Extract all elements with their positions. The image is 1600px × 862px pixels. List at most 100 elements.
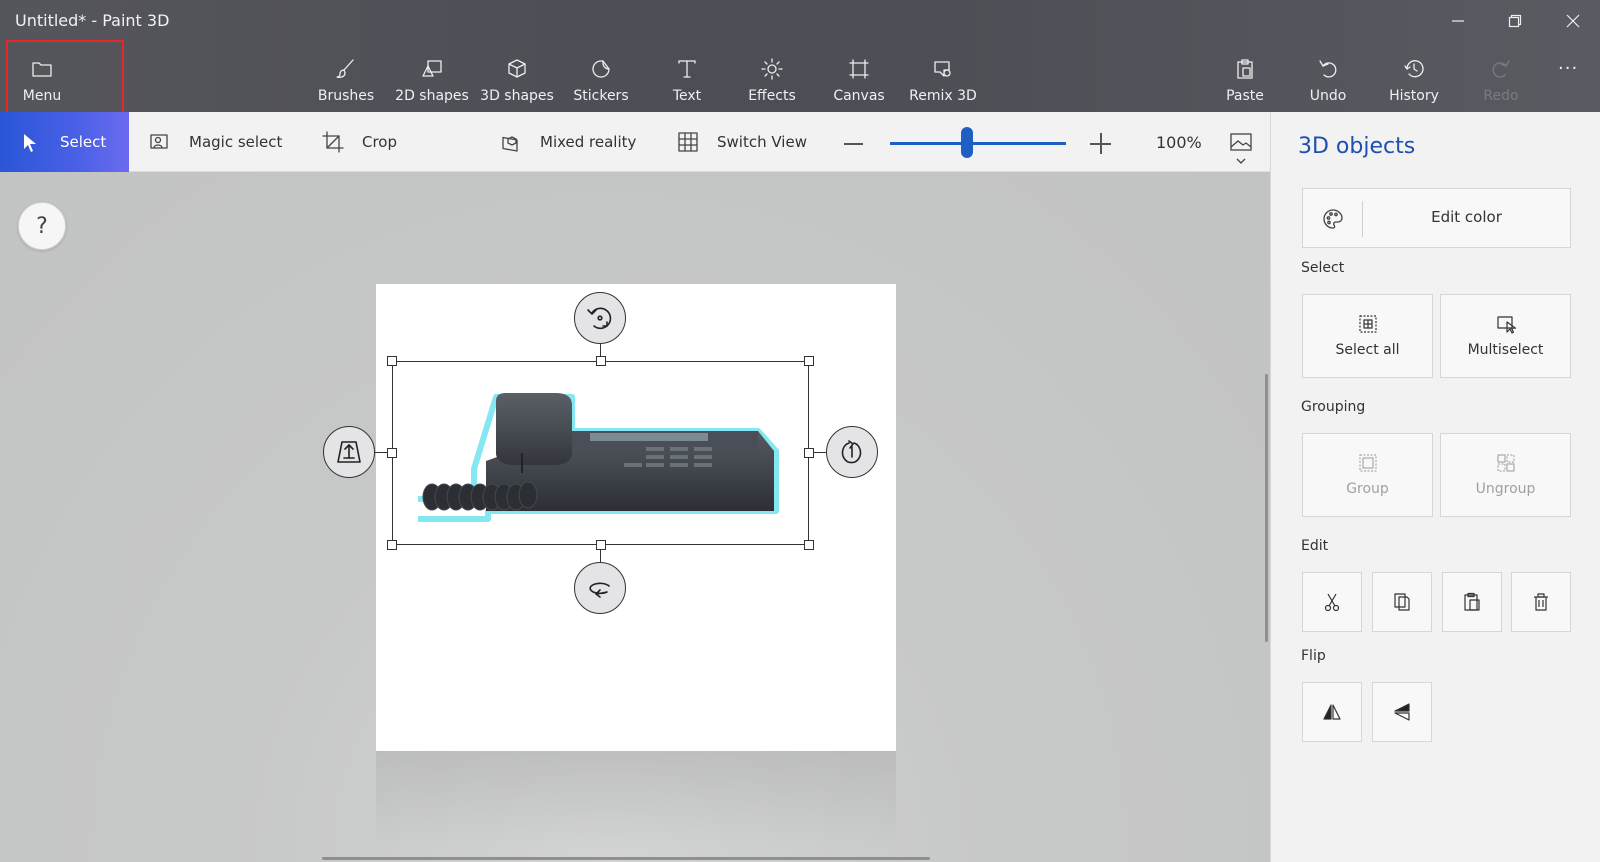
- mixed-reality-icon: [502, 136, 518, 152]
- resize-handle-top-left[interactable]: [387, 356, 397, 366]
- delete-button[interactable]: [1511, 572, 1571, 632]
- ungroup-icon: [1496, 454, 1515, 472]
- redo-icon: [1492, 60, 1510, 78]
- rotate-z-gizmo[interactable]: [574, 292, 626, 344]
- switch-view-button[interactable]: Switch View: [677, 112, 807, 172]
- rotate-y-gizmo[interactable]: [574, 562, 626, 614]
- image-view-icon: [1230, 133, 1252, 164]
- edit-section-label: Edit: [1301, 538, 1329, 554]
- cut-button[interactable]: [1302, 572, 1362, 632]
- vertical-scrollbar[interactable]: [1265, 374, 1268, 642]
- group-button[interactable]: Group: [1302, 433, 1433, 517]
- text-icon: [678, 60, 696, 78]
- zoom-slider-track[interactable]: [890, 142, 1066, 145]
- close-icon: [1566, 14, 1580, 28]
- multiselect-label: Multiselect: [1467, 342, 1544, 358]
- palette-icon: [1321, 207, 1345, 235]
- text-label: Text: [672, 88, 702, 104]
- canvas-button[interactable]: Canvas: [833, 56, 885, 112]
- depth-icon: [337, 441, 361, 463]
- paste-panel-button[interactable]: [1442, 572, 1502, 632]
- crop-label: Crop: [362, 133, 398, 151]
- flip-horizontal-button[interactable]: [1302, 682, 1362, 742]
- multiselect-icon: [1496, 316, 1516, 334]
- minimize-icon: [1452, 20, 1464, 22]
- title-bar: Untitled* - Paint 3D Menu Brushes 2D sha…: [0, 0, 1600, 112]
- selection-box[interactable]: [392, 361, 809, 545]
- mixed-reality-button[interactable]: Mixed reality: [500, 112, 636, 172]
- 3d-shapes-button[interactable]: 3D shapes: [479, 56, 555, 112]
- flip-section-label: Flip: [1301, 648, 1326, 664]
- grouping-section-label: Grouping: [1301, 399, 1366, 415]
- redo-label: Redo: [1483, 88, 1519, 104]
- select-tool-button[interactable]: Select: [0, 112, 129, 172]
- grid-icon: [678, 132, 698, 152]
- undo-label: Undo: [1309, 88, 1347, 104]
- copy-button[interactable]: [1372, 572, 1432, 632]
- flip-vertical-button[interactable]: [1372, 682, 1432, 742]
- paste-button[interactable]: Paste: [1225, 56, 1265, 112]
- close-button[interactable]: [1550, 6, 1596, 36]
- crop-button[interactable]: Crop: [322, 112, 397, 172]
- clipboard-icon: [1237, 59, 1253, 79]
- history-icon: [1404, 60, 1424, 78]
- text-button[interactable]: Text: [668, 56, 706, 112]
- 2d-shapes-label: 2D shapes: [395, 88, 469, 104]
- canvas-icon: [849, 59, 869, 79]
- canvas-label: Canvas: [833, 88, 885, 104]
- 2d-shapes-button[interactable]: 2D shapes: [394, 56, 470, 112]
- redo-button[interactable]: Redo: [1481, 56, 1521, 112]
- rotate-z-icon: [587, 307, 612, 330]
- resize-handle-left[interactable]: [387, 448, 397, 458]
- history-button[interactable]: History: [1387, 56, 1441, 112]
- edit-color-label: Edit color: [1431, 208, 1502, 226]
- zoom-slider-thumb[interactable]: [961, 127, 973, 158]
- undo-icon: [1319, 60, 1337, 78]
- flip-horizontal-icon: [1323, 704, 1341, 720]
- brushes-button[interactable]: Brushes: [318, 56, 374, 112]
- 2d-shapes-icon: [422, 60, 442, 77]
- minimize-button[interactable]: [1435, 6, 1481, 36]
- sticker-icon: [592, 60, 610, 78]
- remix-3d-button[interactable]: Remix 3D: [908, 56, 978, 112]
- help-button[interactable]: ?: [18, 202, 66, 250]
- gizmo-connector-top: [600, 344, 601, 356]
- horizontal-scrollbar[interactable]: [322, 857, 930, 860]
- flip-vertical-icon: [1394, 703, 1410, 721]
- select-all-icon: [1358, 315, 1377, 333]
- resize-handle-bottom-left[interactable]: [387, 540, 397, 550]
- depth-gizmo[interactable]: [323, 426, 375, 478]
- undo-button[interactable]: Undo: [1308, 56, 1348, 112]
- magic-select-label: Magic select: [189, 133, 283, 151]
- rotate-x-gizmo[interactable]: [826, 426, 878, 478]
- select-all-button[interactable]: Select all: [1302, 294, 1433, 378]
- cube-icon: [508, 59, 526, 78]
- resize-handle-top-right[interactable]: [804, 356, 814, 366]
- history-label: History: [1389, 88, 1439, 104]
- crop-icon: [322, 131, 344, 153]
- multiselect-button[interactable]: Multiselect: [1440, 294, 1571, 378]
- resize-handle-bottom[interactable]: [596, 540, 606, 550]
- zoom-in-button-vertical[interactable]: [1100, 133, 1102, 154]
- select-all-label: Select all: [1335, 342, 1400, 358]
- effects-label: Effects: [748, 88, 796, 104]
- effects-button[interactable]: Effects: [748, 56, 796, 112]
- resize-handle-bottom-right[interactable]: [804, 540, 814, 550]
- brush-icon: [336, 59, 354, 79]
- select-section-label: Select: [1301, 260, 1345, 276]
- resize-handle-right[interactable]: [804, 448, 814, 458]
- ungroup-button[interactable]: Ungroup: [1440, 433, 1571, 517]
- magic-select-button[interactable]: Magic select: [149, 112, 282, 172]
- rotate-y-icon: [589, 582, 610, 598]
- brushes-label: Brushes: [317, 88, 375, 104]
- mixed-reality-label: Mixed reality: [540, 133, 637, 151]
- resize-handle-top[interactable]: [596, 356, 606, 366]
- more-options-button[interactable]: ···: [1558, 58, 1578, 79]
- magic-select-icon: [150, 134, 168, 149]
- cursor-icon: [24, 134, 36, 152]
- view-options-button[interactable]: [1229, 132, 1253, 170]
- edit-color-button[interactable]: Edit color: [1302, 188, 1571, 248]
- restore-button[interactable]: [1492, 6, 1538, 36]
- stickers-button[interactable]: Stickers: [573, 56, 629, 112]
- zoom-out-button[interactable]: [844, 143, 863, 145]
